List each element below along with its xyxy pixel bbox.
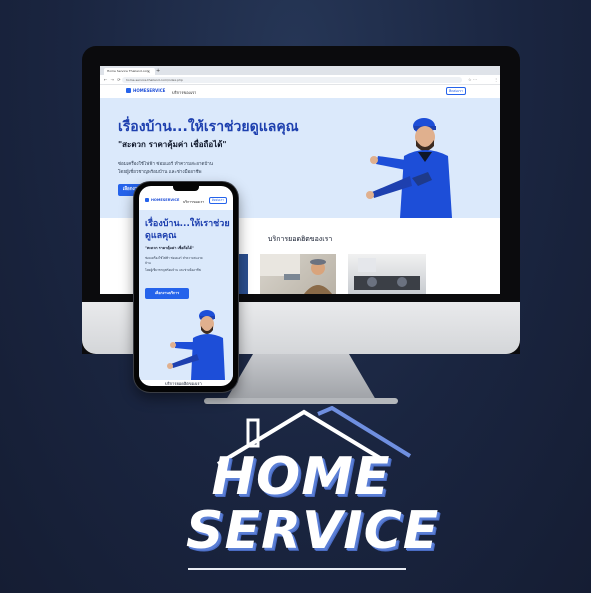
mobile-hero-section: เรื่องบ้าน...ให้เราช่วย ดูแลคุณ "สะดวก ร… <box>139 210 233 380</box>
services-section-title: บริการยอดฮิตของเรา <box>268 235 333 243</box>
mobile-services-section-title: บริการยอดฮิตของเรา <box>165 381 202 386</box>
phone-screen: HOMESERVICE บริการของเรา ติดต่อเรา เรื่อ… <box>139 186 233 386</box>
hero-description-line1: ซ่อมเครื่องใช้ไฟฟ้า ซ่อมแอร์ ทำความสะอาด… <box>118 162 213 167</box>
nav-services-link[interactable]: บริการของเรา <box>172 89 196 96</box>
site-logo[interactable]: HOMESERVICE <box>126 88 165 93</box>
address-bar[interactable]: home-service-thailand.com/index.php <box>122 76 462 83</box>
mobile-site-logo[interactable]: HOMESERVICE <box>145 198 179 202</box>
hero-title: เรื่องบ้าน...ให้เราช่วยดูแลคุณ <box>118 119 299 135</box>
mobile-technician-image <box>167 310 225 380</box>
hero-subtitle: "สะดวก ราคาคุ้มค่า เชื่อถือได้" <box>118 140 227 149</box>
browser-menu-icon[interactable]: ⋮ <box>494 76 498 83</box>
nav-arrows-icon[interactable]: ← → ⟳ <box>104 76 122 83</box>
brand-logo: HOME SERVICE <box>186 404 440 574</box>
mobile-hero-subtitle: "สะดวก ราคาคุ้มค่า เชื่อถือได้" <box>145 246 194 250</box>
site-header: HOMESERVICE บริการของเรา ติดต่อเรา <box>100 85 500 98</box>
mobile-logo-text: HOMESERVICE <box>151 198 180 202</box>
brand-home-text: HOME <box>211 447 391 507</box>
brand-underline <box>188 568 406 570</box>
phone-notch <box>173 186 199 191</box>
new-tab-icon[interactable]: + <box>156 67 160 75</box>
mobile-contact-button[interactable]: ติดต่อเรา <box>209 197 227 204</box>
mobile-choose-service-button[interactable]: เลือกงานบริการ <box>145 288 189 299</box>
service-photo-repair[interactable] <box>260 254 336 294</box>
monitor-stand <box>226 354 376 400</box>
mobile-hero-title-line1: เรื่องบ้าน...ให้เราช่วย <box>145 219 230 229</box>
hero-description-line2: โดยผู้เชี่ยวชาญพร้อมบ้าน และช่างมืออาชีพ <box>118 170 202 175</box>
mobile-hero-description-line2: โดยผู้เชี่ยวชาญพร้อมบ้าน และช่างมืออาชีพ <box>145 268 201 272</box>
service-photo-gas-stove[interactable] <box>348 254 426 294</box>
tab-title: Home Service Thailand.com <box>107 69 150 73</box>
logo-text: HOMESERVICE <box>133 88 166 93</box>
mobile-hero-title-line2: ดูแลคุณ <box>145 231 177 241</box>
tab-close-icon[interactable]: × <box>147 68 150 75</box>
house-logo-icon <box>126 88 131 93</box>
mobile-house-logo-icon <box>145 198 149 202</box>
browser-toolbar: ← → ⟳ home-service-thailand.com/index.ph… <box>100 75 500 85</box>
service-photo-repair-image <box>260 254 332 294</box>
contact-button[interactable]: ติดต่อเรา <box>446 87 466 95</box>
mobile-hero-description-line1: ซ่อมเครื่องใช้ไฟฟ้า ซ่อมแอร์ ทำความสะอาด… <box>145 256 203 265</box>
technician-image <box>366 118 452 218</box>
bookmark-star-icon[interactable]: ☆ ⋯ <box>468 76 477 83</box>
brand-service-text: SERVICE <box>186 501 440 561</box>
service-photo-gas-stove-image <box>354 258 420 290</box>
mobile-nav-services-link[interactable]: บริการของเรา <box>183 199 204 205</box>
browser-tabbar: Home Service Thailand.com × + <box>100 66 500 75</box>
